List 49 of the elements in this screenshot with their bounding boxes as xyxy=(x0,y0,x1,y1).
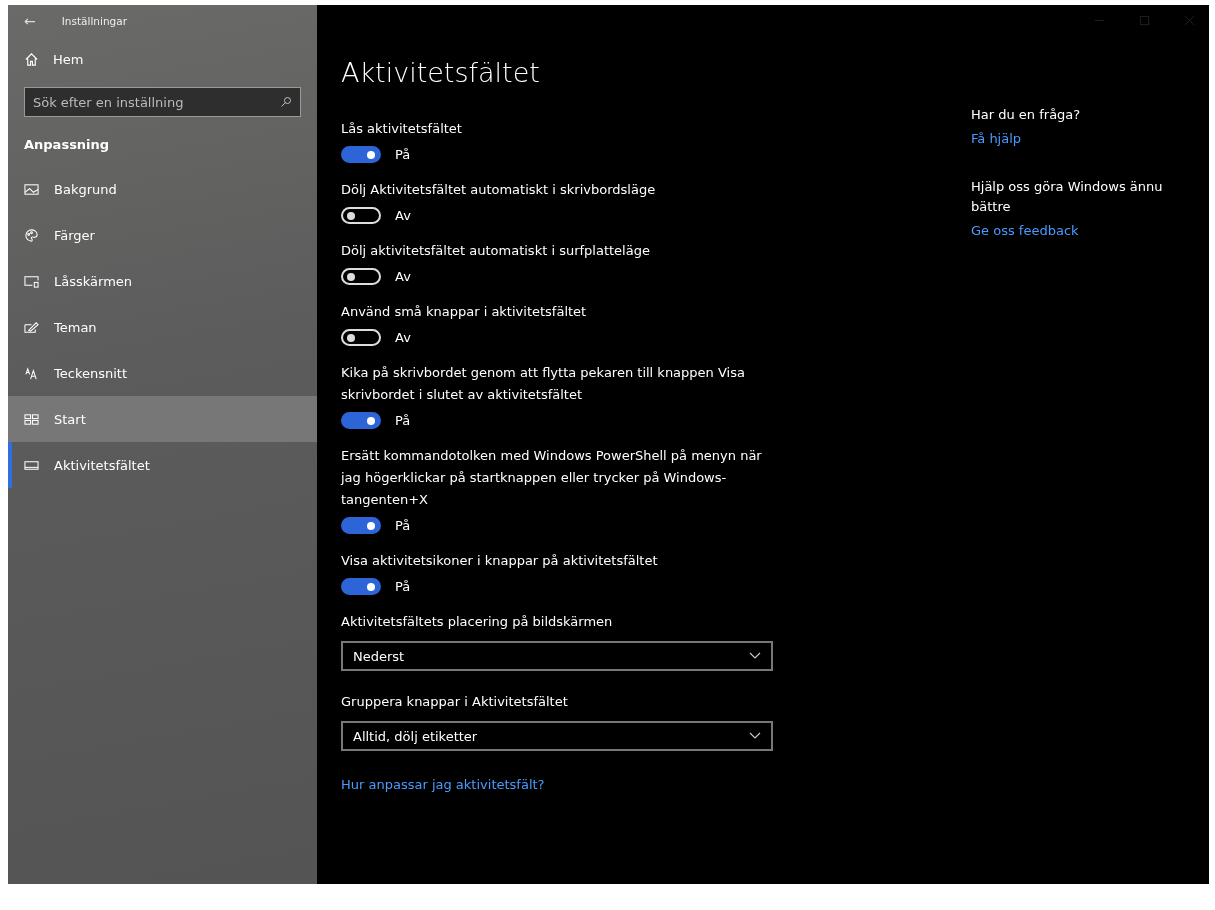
dropdown[interactable]: Alltid, dölj etiketter xyxy=(341,721,773,751)
nav-item[interactable]: Teckensnitt xyxy=(8,350,317,396)
toggle-state: På xyxy=(395,413,411,428)
setting-label: Ersätt kommandotolken med Windows PowerShell på menyn när jag högerklickar på startknappen eller trycker på Windows-tangenten+X xyxy=(341,447,763,509)
toggle-switch[interactable] xyxy=(341,146,381,163)
toggle-switch[interactable] xyxy=(341,517,381,534)
toggle-state: Av xyxy=(395,330,411,345)
home-icon xyxy=(24,51,39,67)
chevron-icon xyxy=(749,732,761,740)
setting-label: Lås aktivitetsfältet xyxy=(341,120,463,138)
toggle-switch[interactable] xyxy=(341,412,381,429)
setting-label: Använd små knappar i aktivitetsfältet xyxy=(341,303,588,321)
dropdown[interactable]: Nederst xyxy=(341,641,773,671)
setting-label: Aktivitetsfältets placering på bildskärmen xyxy=(341,613,614,631)
toggle-state: På xyxy=(395,518,411,533)
lockscreen-icon xyxy=(24,273,39,289)
toggle-state: På xyxy=(395,147,411,162)
search-field[interactable]: Sök efter en inställning xyxy=(24,87,301,117)
setting-label: Kika på skrivbordet genom att flytta pekaren till knappen Visa skrivbordet i slutet av aktivitetsfältet xyxy=(341,364,746,404)
toggle-state: Av xyxy=(395,269,411,284)
help-heading: Hjälp oss göra Windows ännu bättre xyxy=(971,178,1164,216)
toggle-state: Av xyxy=(395,208,411,223)
window-title: Inställningar xyxy=(61,15,127,27)
setting-label: Visa aktivitetsikoner i knappar på aktivitetsfältet xyxy=(341,552,659,570)
help-heading: Har du en fråga? xyxy=(971,106,1082,124)
nav-item[interactable]: Bakgrund xyxy=(8,166,317,212)
toggle-switch[interactable] xyxy=(341,578,381,595)
help-link[interactable]: Få hjälp xyxy=(971,129,1022,149)
chevron-icon xyxy=(749,652,761,660)
nav-item[interactable]: Teman xyxy=(8,304,317,350)
nav-item[interactable]: Start xyxy=(8,396,317,442)
theme-icon xyxy=(24,319,39,335)
setting-label: Dölj aktivitetsfältet automatiskt i surfplatteläge xyxy=(341,242,651,260)
home-item[interactable]: Hem xyxy=(8,37,317,81)
picture-icon xyxy=(24,181,39,197)
section-heading: Anpassning xyxy=(23,137,111,152)
setting-label: Gruppera knappar i Aktivitetsfältet xyxy=(341,693,569,711)
help-link[interactable]: Ge oss feedback xyxy=(971,221,1079,241)
search-icon xyxy=(280,96,292,108)
font-icon xyxy=(24,365,39,381)
page-title: Aktivitetsfältet xyxy=(341,57,541,88)
help-link[interactable]: Hur anpassar jag aktivitetsfält? xyxy=(341,777,545,792)
palette-icon xyxy=(24,227,39,243)
toggle-state: På xyxy=(395,579,411,594)
home-label: Hem xyxy=(53,51,84,67)
back-button[interactable]: ← xyxy=(24,13,36,29)
nav-item[interactable]: Färger xyxy=(8,212,317,258)
setting-label: Dölj Aktivitetsfältet automatiskt i skrivbordsläge xyxy=(341,181,657,199)
nav-item[interactable]: Låsskärmen xyxy=(8,258,317,304)
